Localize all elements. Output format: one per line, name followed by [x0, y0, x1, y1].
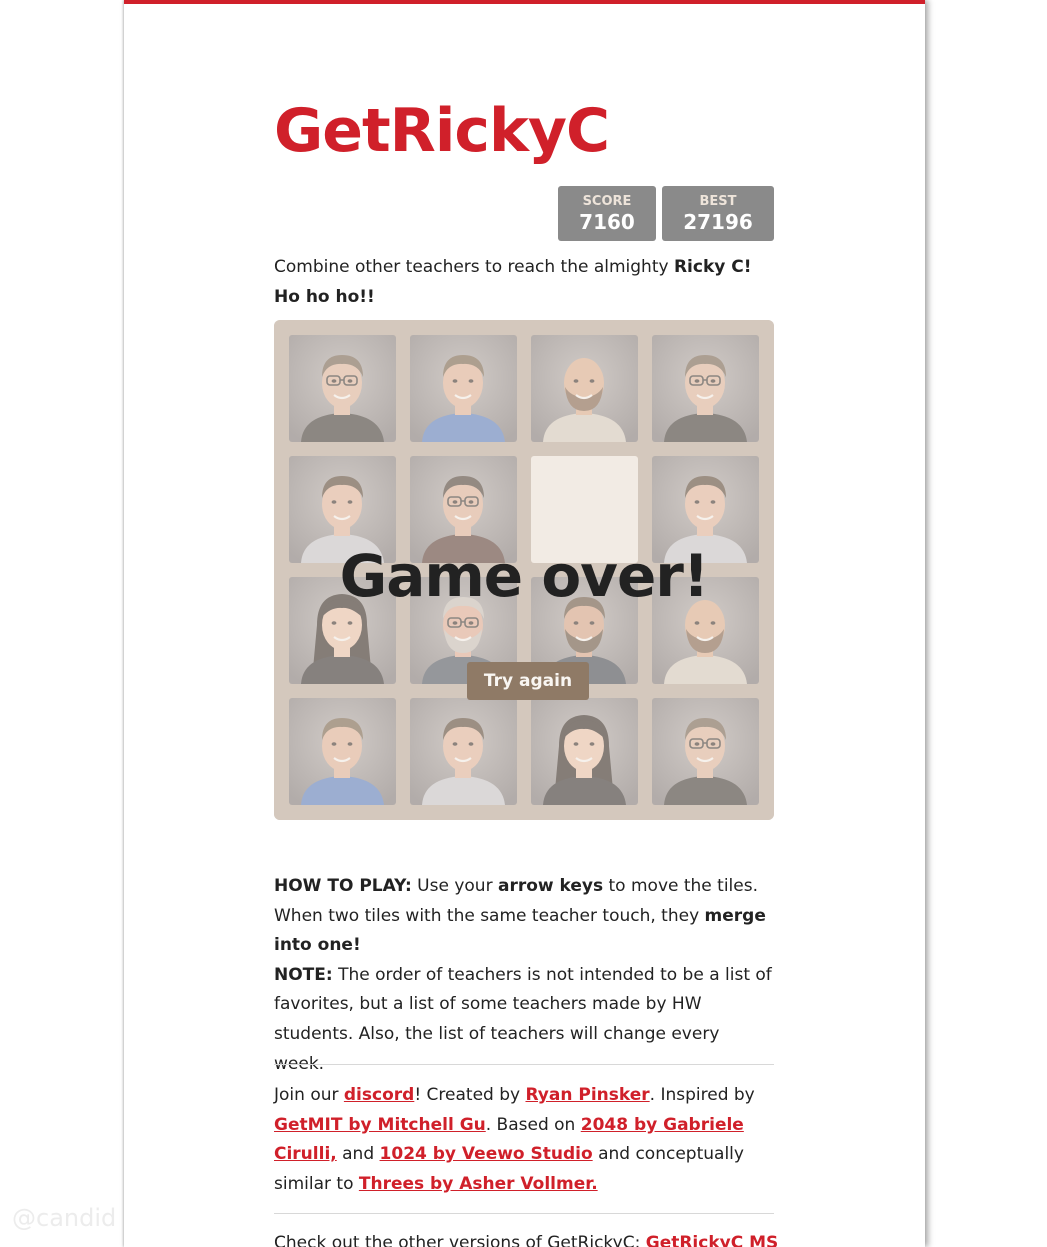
- divider: [274, 1064, 774, 1065]
- credits-text: and: [336, 1144, 380, 1165]
- scores-container: SCORE 7160 BEST 27196: [558, 186, 774, 241]
- threes-link[interactable]: Threes by Asher Vollmer.: [359, 1174, 598, 1194]
- credits-text: ! Created by: [414, 1085, 526, 1105]
- credits-text: Join our: [274, 1085, 344, 1105]
- score-value: 7160: [579, 210, 635, 234]
- score-label: SCORE: [582, 194, 632, 209]
- best-score-box: BEST 27196: [662, 186, 774, 241]
- howto-bold-1: arrow keys: [497, 876, 604, 896]
- versions-text: Check out the other versions of GetRicky…: [274, 1233, 646, 1247]
- credits: Join our discord! Created by Ryan Pinske…: [274, 1081, 774, 1199]
- 1024-link[interactable]: 1024 by Veewo Studio: [380, 1144, 593, 1164]
- author-link[interactable]: Ryan Pinsker: [525, 1085, 649, 1105]
- game-board[interactable]: Game over! Try again: [274, 320, 774, 820]
- other-versions: Check out the other versions of GetRicky…: [274, 1229, 794, 1247]
- getmit-link[interactable]: GetMIT by Mitchell Gu: [274, 1115, 486, 1135]
- try-again-button[interactable]: Try again: [467, 662, 589, 700]
- note-label: NOTE:: [274, 964, 333, 985]
- watermark: @candid: [12, 1204, 117, 1232]
- getrickyc-ms-link[interactable]: GetRickyC MS: [646, 1233, 779, 1247]
- credits-text: . Based on: [485, 1114, 581, 1135]
- note-text: The order of teachers is not intended to…: [274, 964, 772, 1074]
- game-intro: Combine other teachers to reach the almi…: [274, 252, 774, 312]
- howto-text-1: Use your: [411, 876, 498, 896]
- game-title: GetRickyC: [274, 96, 610, 166]
- how-to-play: HOW TO PLAY: Use your arrow keys to move…: [274, 872, 774, 1079]
- game-over-message: Game over!: [339, 542, 710, 610]
- discord-link[interactable]: discord: [344, 1085, 414, 1105]
- game-over-overlay: Game over! Try again: [274, 320, 774, 820]
- divider: [274, 1213, 774, 1214]
- best-label: BEST: [699, 194, 737, 209]
- intro-text: Combine other teachers to reach the almi…: [274, 257, 674, 277]
- score-box: SCORE 7160: [558, 186, 656, 241]
- page-frame: GetRickyC SCORE 7160 BEST 27196 Combine …: [124, 0, 925, 1247]
- howto-label: HOW TO PLAY:: [274, 876, 412, 896]
- best-value: 27196: [683, 210, 753, 234]
- credits-text: . Inspired by: [649, 1085, 755, 1105]
